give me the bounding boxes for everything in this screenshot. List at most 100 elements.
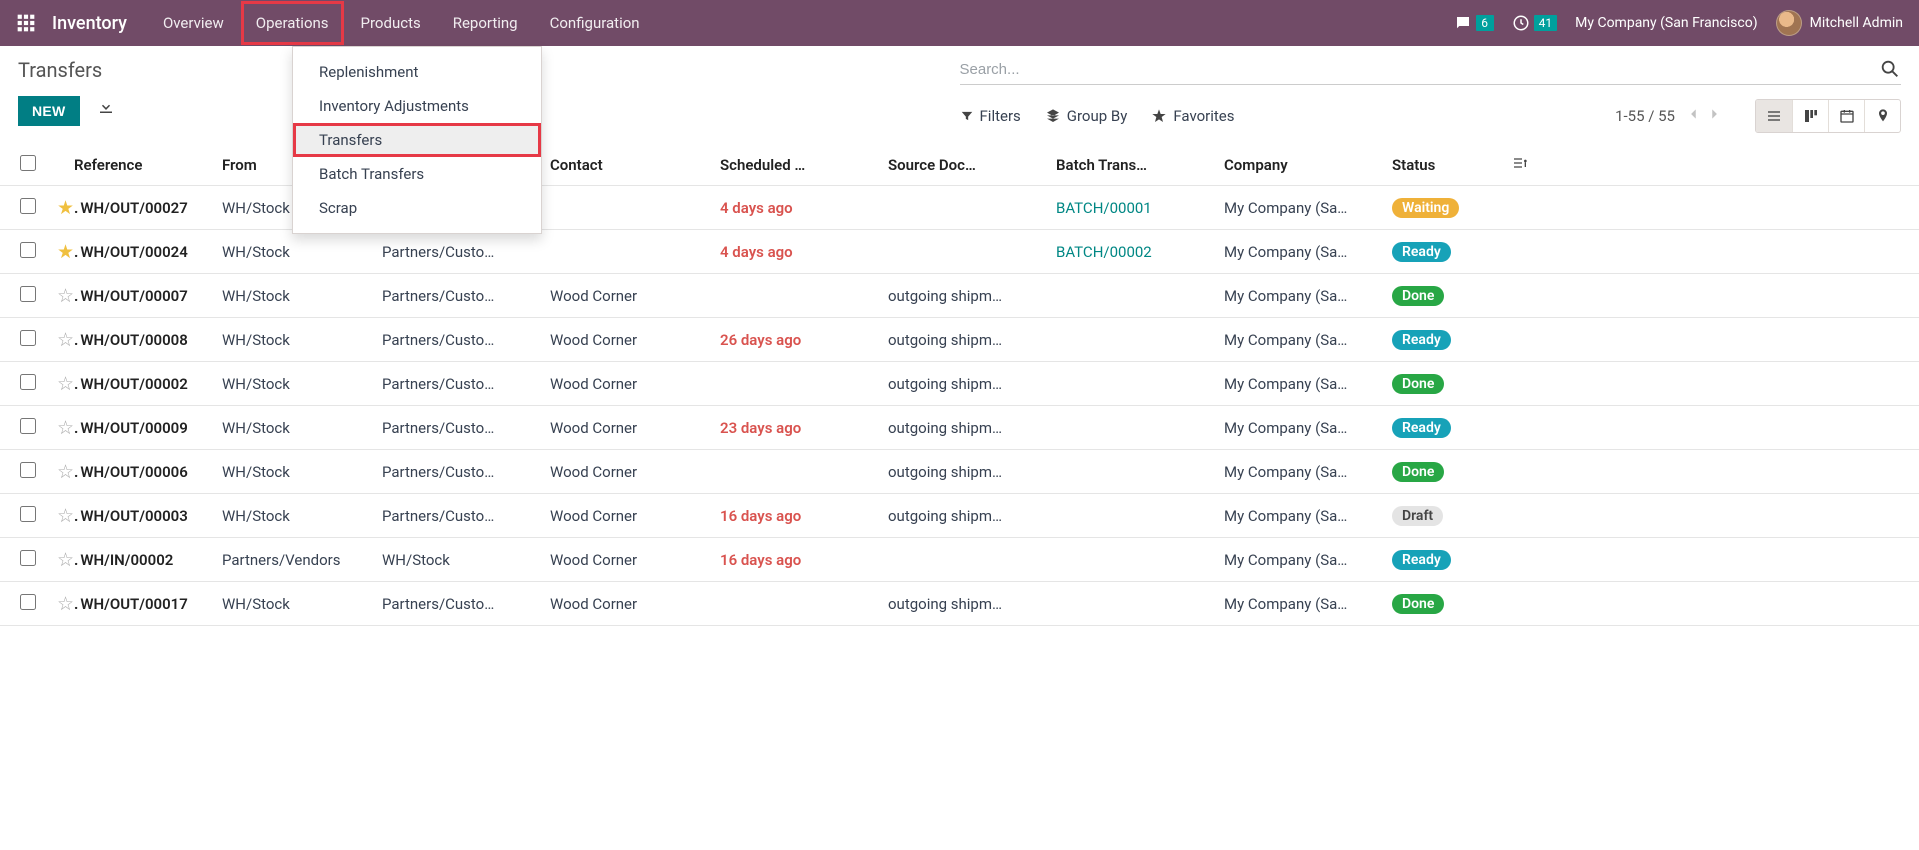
download-icon[interactable] xyxy=(97,104,115,120)
cell-to: Partners/Custo… xyxy=(382,331,550,349)
pager-next-icon[interactable] xyxy=(1707,107,1721,125)
cell-to: Partners/Custo… xyxy=(382,419,550,437)
cell-from: WH/Stock xyxy=(222,419,382,437)
dropdown-item-replenishment[interactable]: Replenishment xyxy=(293,55,541,89)
cell-company: My Company (Sa… xyxy=(1224,551,1392,569)
cell-batch: BATCH/00002 xyxy=(1056,243,1224,261)
col-company[interactable]: Company xyxy=(1224,156,1392,174)
calendar-view-icon[interactable] xyxy=(1828,100,1864,132)
pager-prev-icon[interactable] xyxy=(1687,107,1701,125)
groupby-button[interactable]: Group By xyxy=(1045,107,1128,125)
star-icon[interactable] xyxy=(57,464,74,482)
pager-text: 1-55 / 55 xyxy=(1615,107,1675,125)
row-checkbox[interactable] xyxy=(20,550,36,566)
row-checkbox[interactable] xyxy=(20,242,36,258)
col-contact[interactable]: Contact xyxy=(550,156,720,174)
table-row[interactable]: .WH/OUT/00024WH/StockPartners/Custo…4 da… xyxy=(0,230,1919,274)
nav-reporting[interactable]: Reporting xyxy=(437,0,534,46)
cell-contact: Wood Corner xyxy=(550,507,720,525)
cell-status: Done xyxy=(1392,374,1502,394)
table-row[interactable]: .WH/OUT/00003WH/StockPartners/Custo…Wood… xyxy=(0,494,1919,538)
kanban-view-icon[interactable] xyxy=(1792,100,1828,132)
search-icon[interactable] xyxy=(1879,58,1901,80)
dropdown-item-transfers[interactable]: Transfers xyxy=(293,123,541,157)
nav-overview[interactable]: Overview xyxy=(147,0,240,46)
star-icon[interactable] xyxy=(57,420,74,438)
table-row[interactable]: .WH/OUT/00007WH/StockPartners/Custo…Wood… xyxy=(0,274,1919,318)
col-source[interactable]: Source Doc… xyxy=(888,156,1056,174)
table-row[interactable]: .WH/OUT/00008WH/StockPartners/Custo…Wood… xyxy=(0,318,1919,362)
row-checkbox[interactable] xyxy=(20,374,36,390)
cell-contact: Wood Corner xyxy=(550,551,720,569)
table-row[interactable]: .WH/OUT/00009WH/StockPartners/Custo…Wood… xyxy=(0,406,1919,450)
star-icon[interactable] xyxy=(57,244,74,262)
cell-scheduled: 16 days ago xyxy=(720,507,888,525)
list-view-icon[interactable] xyxy=(1756,100,1792,132)
cell-reference: .WH/OUT/00003 xyxy=(74,507,222,525)
cell-contact: Wood Corner xyxy=(550,375,720,393)
cell-reference: .WH/OUT/00006 xyxy=(74,463,222,481)
col-status[interactable]: Status xyxy=(1392,156,1502,174)
row-checkbox[interactable] xyxy=(20,330,36,346)
cell-scheduled: 23 days ago xyxy=(720,419,888,437)
messages-count: 6 xyxy=(1476,15,1494,31)
row-checkbox[interactable] xyxy=(20,198,36,214)
col-scheduled[interactable]: Scheduled … xyxy=(720,156,888,174)
col-reference[interactable]: Reference xyxy=(74,156,222,174)
cell-to: Partners/Custo… xyxy=(382,243,550,261)
nav-operations[interactable]: Operations xyxy=(240,0,345,46)
nav-products[interactable]: Products xyxy=(345,0,437,46)
company-switcher[interactable]: My Company (San Francisco) xyxy=(1575,15,1757,31)
star-icon[interactable] xyxy=(57,596,74,614)
column-options-icon[interactable] xyxy=(1502,155,1538,175)
activities-button[interactable]: 41 xyxy=(1512,14,1558,32)
cell-company: My Company (Sa… xyxy=(1224,199,1392,217)
cell-status: Ready xyxy=(1392,550,1502,570)
row-checkbox[interactable] xyxy=(20,594,36,610)
star-icon[interactable] xyxy=(57,508,74,526)
search-input[interactable] xyxy=(960,61,1880,78)
cell-source: outgoing shipm… xyxy=(888,287,1056,305)
messages-button[interactable]: 6 xyxy=(1454,14,1494,32)
cell-from: WH/Stock xyxy=(222,243,382,261)
dropdown-item-inventory-adjustments[interactable]: Inventory Adjustments xyxy=(293,89,541,123)
map-view-icon[interactable] xyxy=(1864,100,1900,132)
apps-icon[interactable] xyxy=(16,13,36,33)
row-checkbox[interactable] xyxy=(20,286,36,302)
cell-status: Ready xyxy=(1392,418,1502,438)
favorites-button[interactable]: Favorites xyxy=(1151,107,1234,125)
table-row[interactable]: .WH/IN/00002Partners/VendorsWH/StockWood… xyxy=(0,538,1919,582)
operations-dropdown: ReplenishmentInventory AdjustmentsTransf… xyxy=(292,46,542,234)
table-row[interactable]: .WH/OUT/00027WH/StockPartners/Custo…4 da… xyxy=(0,186,1919,230)
cell-company: My Company (Sa… xyxy=(1224,507,1392,525)
select-all-checkbox[interactable] xyxy=(20,155,36,171)
row-checkbox[interactable] xyxy=(20,506,36,522)
col-batch[interactable]: Batch Trans… xyxy=(1056,156,1224,174)
cell-from: WH/Stock xyxy=(222,331,382,349)
top-nav: Inventory OverviewOperationsProductsRepo… xyxy=(0,0,1919,46)
star-icon[interactable] xyxy=(57,288,74,306)
nav-configuration[interactable]: Configuration xyxy=(534,0,656,46)
cell-status: Draft xyxy=(1392,506,1502,526)
user-menu[interactable]: Mitchell Admin xyxy=(1776,10,1903,36)
cell-company: My Company (Sa… xyxy=(1224,595,1392,613)
row-checkbox[interactable] xyxy=(20,462,36,478)
cell-to: Partners/Custo… xyxy=(382,287,550,305)
app-name[interactable]: Inventory xyxy=(52,13,127,34)
filters-button[interactable]: Filters xyxy=(960,107,1021,125)
table-row[interactable]: .WH/OUT/00017WH/StockPartners/Custo…Wood… xyxy=(0,582,1919,626)
table-row[interactable]: .WH/OUT/00002WH/StockPartners/Custo…Wood… xyxy=(0,362,1919,406)
cell-source: outgoing shipm… xyxy=(888,419,1056,437)
cell-contact: Wood Corner xyxy=(550,595,720,613)
star-icon[interactable] xyxy=(57,376,74,394)
star-icon[interactable] xyxy=(57,200,74,218)
cell-company: My Company (Sa… xyxy=(1224,287,1392,305)
star-icon[interactable] xyxy=(57,332,74,350)
row-checkbox[interactable] xyxy=(20,418,36,434)
dropdown-item-scrap[interactable]: Scrap xyxy=(293,191,541,225)
table-row[interactable]: .WH/OUT/00006WH/StockPartners/Custo…Wood… xyxy=(0,450,1919,494)
star-icon[interactable] xyxy=(57,552,74,570)
cell-scheduled: 26 days ago xyxy=(720,331,888,349)
dropdown-item-batch-transfers[interactable]: Batch Transfers xyxy=(293,157,541,191)
new-button[interactable]: NEW xyxy=(18,96,80,126)
